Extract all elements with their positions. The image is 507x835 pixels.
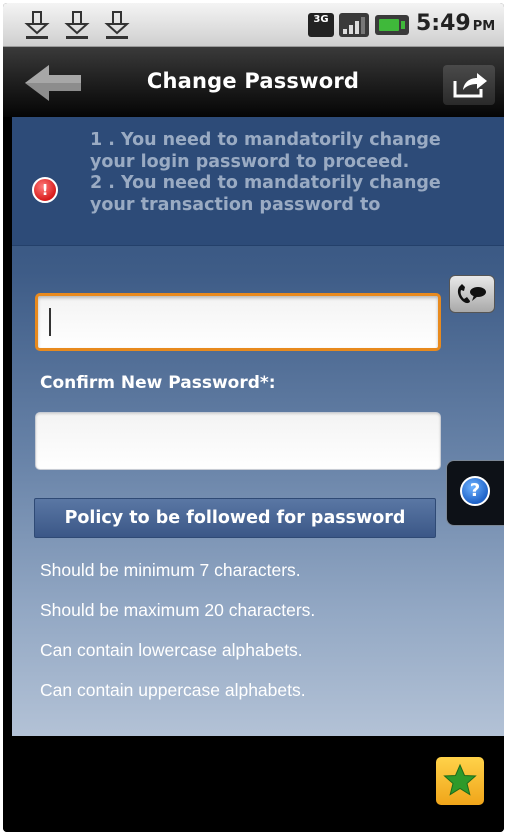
- new-password-field[interactable]: [35, 293, 441, 351]
- device-frame: 3G 5:49 PM Change Password ! 1 . You nee…: [3, 3, 504, 832]
- clock-ampm: PM: [472, 19, 496, 34]
- share-icon: [453, 73, 487, 98]
- notice-text: 1 . You need to mandatorily change your …: [90, 130, 490, 216]
- star-icon: [443, 763, 477, 796]
- back-arrow-icon: [25, 65, 81, 101]
- share-button[interactable]: [443, 65, 495, 105]
- page-title: Change Password: [146, 69, 360, 93]
- clock-time: 5:49: [416, 11, 471, 36]
- battery-icon: [375, 15, 409, 35]
- clock: 5:49 PM: [416, 11, 495, 36]
- notice-line: your login password to proceed.: [90, 151, 410, 172]
- alert-icon: !: [32, 177, 58, 203]
- download-icon: [63, 10, 91, 40]
- policy-rule: Can contain uppercase alphabets.: [40, 680, 306, 700]
- notice-line: 2 . You need to mandatorily change: [90, 173, 441, 193]
- policy-rule: Should be minimum 7 characters.: [40, 560, 301, 580]
- contact-button[interactable]: [449, 275, 495, 313]
- policy-header[interactable]: Policy to be followed for password: [34, 498, 436, 538]
- status-bar: 3G 5:49 PM: [3, 3, 504, 47]
- download-icon: [23, 10, 51, 40]
- notice-line: 1 . You need to mandatorily change: [90, 130, 441, 150]
- help-button[interactable]: ?: [446, 460, 504, 526]
- bottom-bar: [3, 736, 504, 832]
- policy-rule: Should be maximum 20 characters.: [40, 600, 316, 620]
- favorite-button[interactable]: [436, 757, 484, 805]
- policy-rule: Can contain lowercase alphabets.: [40, 640, 303, 660]
- network-label: 3G: [313, 14, 329, 25]
- confirm-password-label: Confirm New Password*:: [40, 373, 276, 393]
- confirm-password-field[interactable]: [35, 412, 441, 470]
- notice-line: your transaction password to: [90, 194, 381, 215]
- notice-panel: ! 1 . You need to mandatorily change you…: [12, 117, 504, 246]
- 3g-icon: 3G: [308, 13, 334, 37]
- confirm-password-input[interactable]: [36, 413, 440, 469]
- back-button[interactable]: [23, 63, 85, 103]
- signal-icon: [339, 13, 369, 37]
- help-icon: ?: [460, 476, 490, 506]
- new-password-input[interactable]: [38, 296, 438, 348]
- content-area: ! 1 . You need to mandatorily change you…: [12, 117, 504, 736]
- download-icon: [103, 10, 131, 40]
- contact-icon: [457, 284, 486, 304]
- title-bar: Change Password: [3, 47, 504, 117]
